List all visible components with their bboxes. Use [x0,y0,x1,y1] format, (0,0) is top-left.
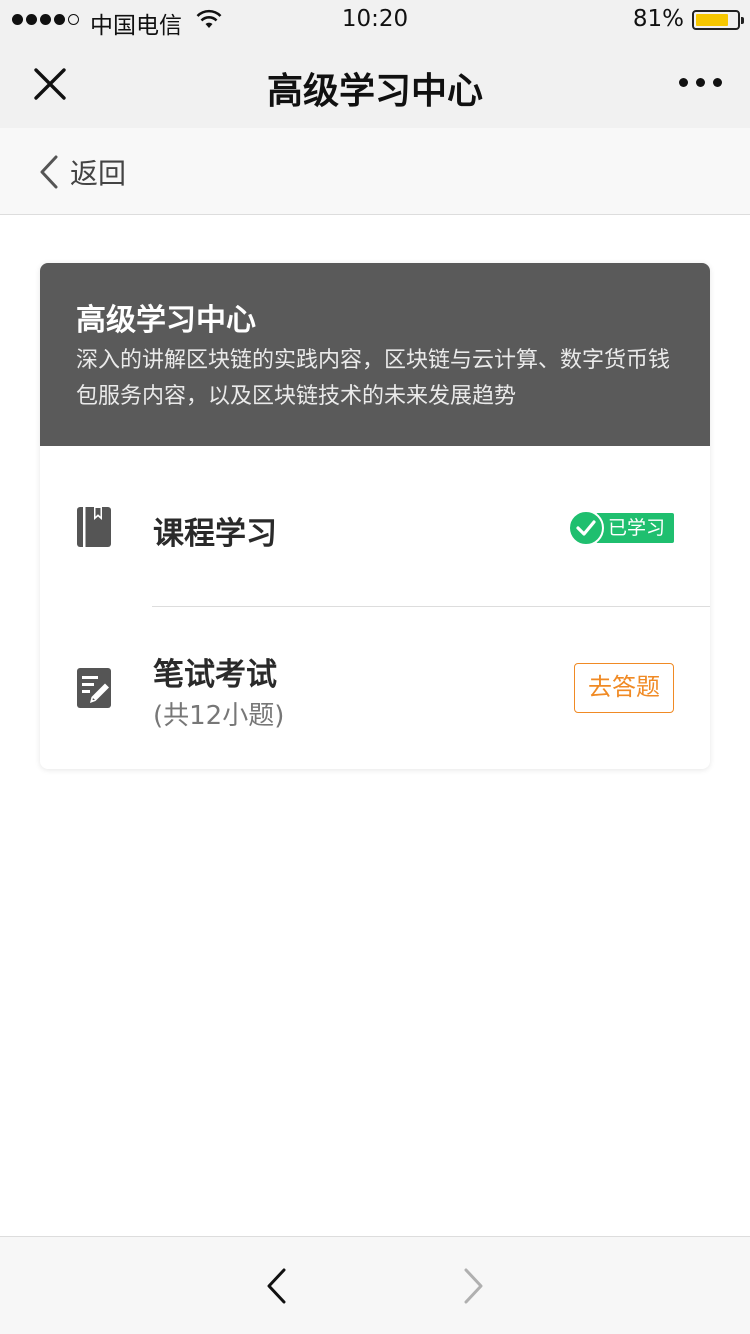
battery-percent: 81% [632,6,684,32]
back-label: 返回 [70,157,127,190]
course-card: 高级学习中心 深入的讲解区块链的实践内容，区块链与云计算、数字货币钱包服务内容，… [40,263,710,769]
exam-icon [77,668,111,708]
more-dots-icon[interactable] [679,78,722,87]
page-title: 高级学习中心 [266,71,483,112]
written-exam-title: 笔试考试 [153,657,277,693]
chevron-left-icon[interactable] [262,1267,290,1305]
check-circle-icon [568,510,604,546]
learned-status-badge: 已学习 [568,510,674,546]
course-study-title: 课程学习 [153,516,277,552]
chevron-left-icon [40,155,58,189]
battery-icon [692,10,744,30]
bottom-toolbar [0,1236,750,1334]
chevron-right-icon[interactable] [460,1267,488,1305]
back-button[interactable]: 返回 [38,152,126,192]
start-answer-button[interactable]: 去答题 [574,663,674,713]
back-bar: 返回 [0,128,750,215]
nav-bar: 高级学习中心 [0,40,750,128]
status-bar: 中国电信 10:20 81% [0,0,750,40]
card-header: 高级学习中心 深入的讲解区块链的实践内容，区块链与云计算、数字货币钱包服务内容，… [40,263,710,446]
written-exam-row[interactable]: 笔试考试 (共12小题) 去答题 [40,607,710,769]
card-description: 深入的讲解区块链的实践内容，区块链与云计算、数字货币钱包服务内容，以及区块链技术… [76,348,671,409]
question-count: (共12小题) [153,701,285,731]
course-study-row[interactable]: 课程学习 已学习 [40,446,710,606]
book-icon [77,507,111,547]
learned-status-label: 已学习 [596,513,674,543]
card-title: 高级学习中心 [76,303,256,338]
battery-level-fill [696,14,728,26]
